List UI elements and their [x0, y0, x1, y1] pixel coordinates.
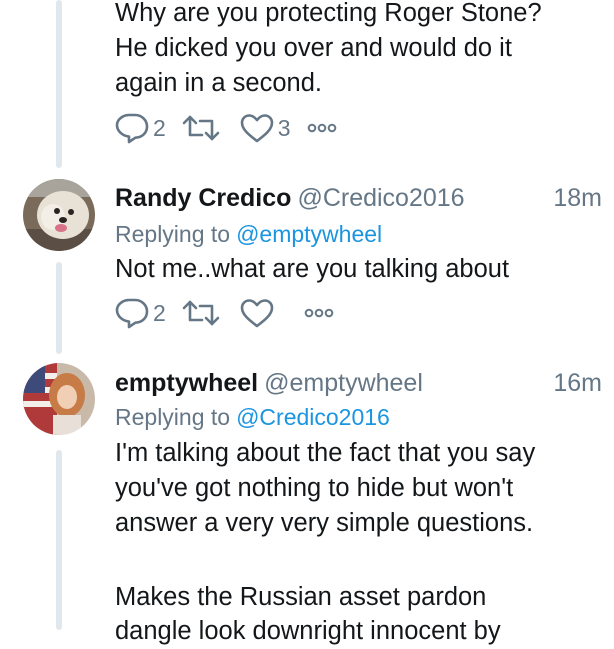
tweet-3-header: emptywheel @emptywheel 16m — [115, 366, 602, 400]
avatar[interactable] — [23, 179, 95, 251]
reply-button[interactable]: 2 — [115, 297, 166, 329]
tweet-2-actions: 2 — [115, 295, 350, 331]
thread-line-middle — [56, 262, 62, 354]
tweet-2-header: Randy Credico @Credico2016 18m — [115, 181, 602, 215]
display-name[interactable]: emptywheel — [115, 369, 258, 397]
reply-icon — [115, 113, 149, 144]
timestamp[interactable]: 16m — [553, 366, 602, 400]
more-button[interactable] — [307, 122, 337, 134]
retweet-icon — [182, 300, 220, 326]
like-button[interactable]: 3 — [240, 113, 291, 143]
tweet-3-text-second-paragraph: Makes the Russian asset pardon — [115, 583, 487, 611]
reply-count: 2 — [153, 299, 166, 326]
more-icon — [307, 123, 336, 133]
user-handle[interactable]: @emptywheel — [264, 369, 423, 397]
timestamp[interactable]: 18m — [553, 181, 602, 215]
tweet-1-text: Why are you protecting Roger Stone? He d… — [115, 0, 542, 97]
display-name[interactable]: Randy Credico — [115, 184, 291, 212]
retweet-button[interactable] — [182, 299, 224, 327]
thread-line-top — [56, 0, 62, 168]
reply-icon — [115, 298, 149, 329]
mention-link[interactable]: @Credico2016 — [236, 404, 390, 430]
tweet-1-actions: 2 3 — [115, 110, 353, 146]
tweet-3-text: I'm talking about the fact that you say … — [115, 439, 536, 537]
replying-to-line: Replying to @Credico2016 — [115, 401, 390, 433]
replying-to-label: Replying to — [115, 404, 231, 430]
tweet-2-text: Not me..what are you talking about — [115, 255, 510, 283]
replying-to-label: Replying to — [115, 221, 231, 247]
like-icon — [240, 114, 274, 143]
retweet-button[interactable] — [182, 114, 224, 142]
avatar[interactable] — [23, 363, 95, 435]
tweet-3-text-cut-off: dangle look downright innocent by — [115, 617, 501, 645]
like-count: 3 — [277, 114, 291, 141]
mention-link[interactable]: @emptywheel — [236, 221, 382, 247]
like-icon — [240, 299, 274, 328]
thread-line-bottom — [56, 450, 62, 630]
replying-to-line: Replying to @emptywheel — [115, 218, 382, 250]
dog-avatar-image — [23, 179, 95, 251]
girl-flag-avatar-image — [23, 363, 95, 435]
more-icon — [304, 308, 334, 318]
reply-count: 2 — [153, 114, 166, 141]
like-button[interactable] — [240, 298, 278, 328]
retweet-icon — [182, 115, 220, 141]
more-button[interactable] — [304, 307, 334, 319]
reply-button[interactable]: 2 — [115, 112, 166, 144]
user-handle[interactable]: @Credico2016 — [297, 184, 464, 212]
